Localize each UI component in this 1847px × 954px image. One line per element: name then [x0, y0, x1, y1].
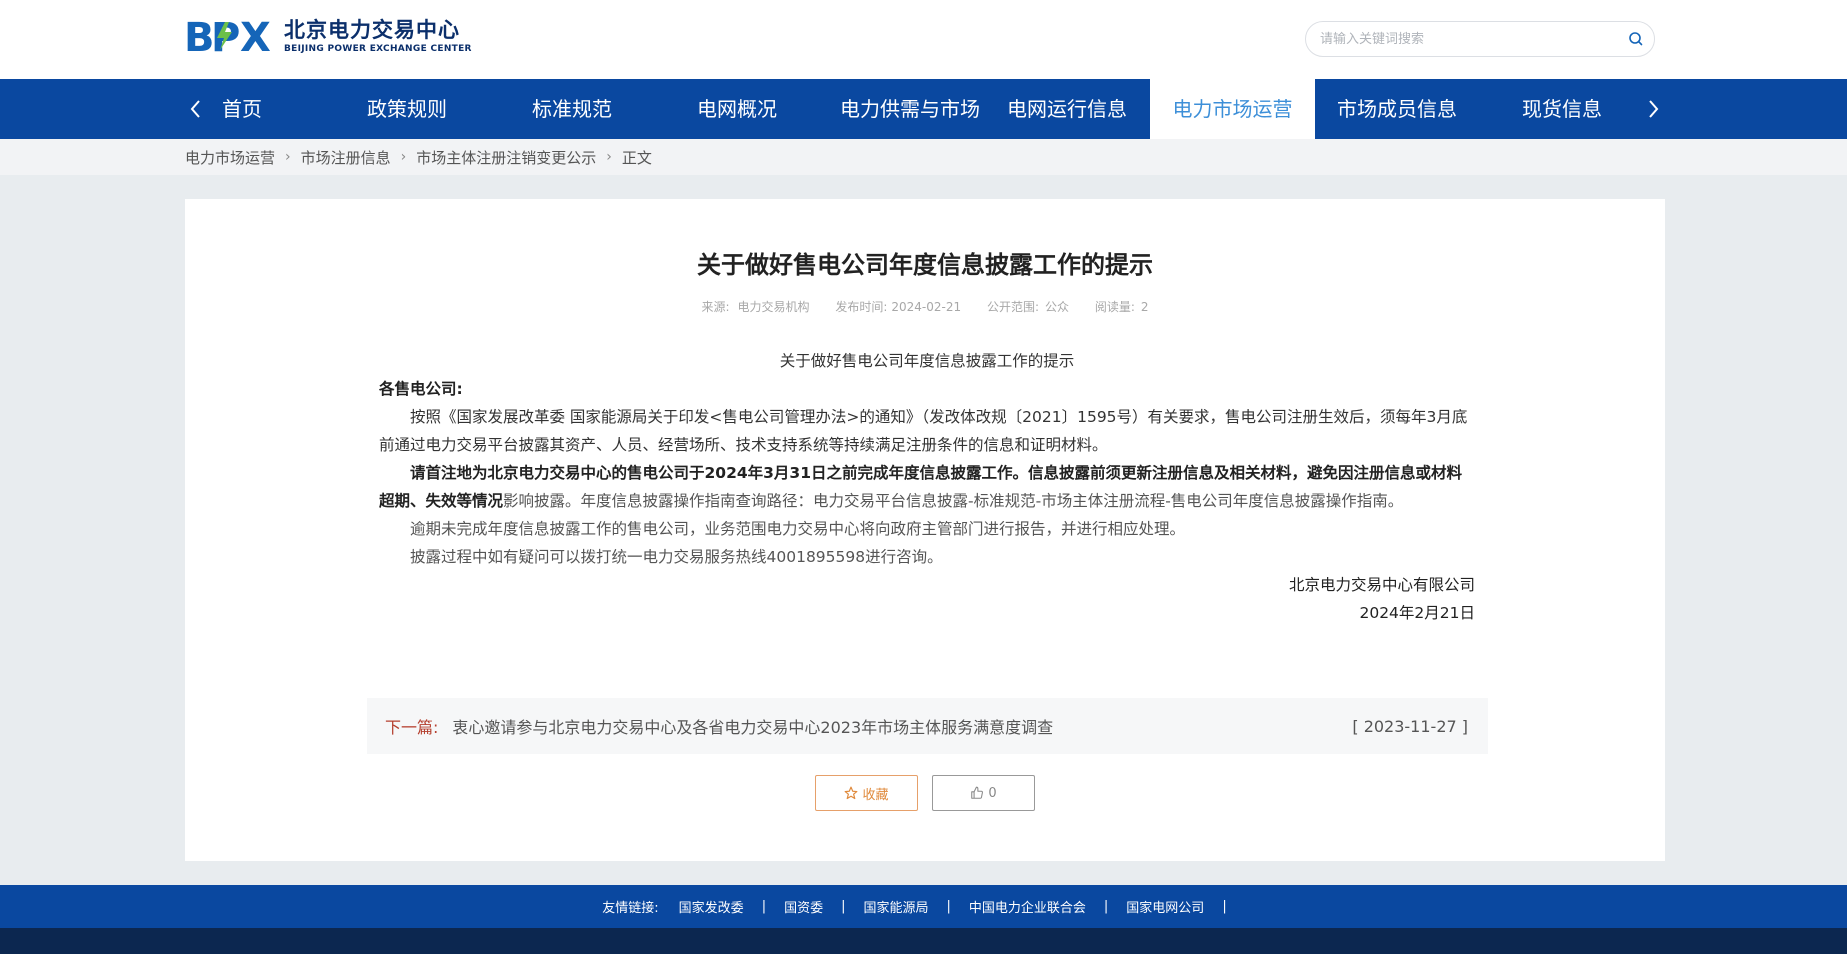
svg-text:B: B — [184, 16, 215, 56]
meta-views-label: 阅读量: — [1094, 300, 1135, 314]
meta-views-value: 2 — [1140, 300, 1149, 314]
friend-links-label: 友情链接: — [602, 901, 659, 916]
star-icon — [845, 786, 858, 800]
breadcrumb-separator-icon: › — [400, 149, 407, 165]
article-salutation: 各售电公司: — [379, 380, 463, 398]
article-meta: 来源: 电力交易机构 发布时间: 2024-02-21 公开范围: 公众 阅读量: 2 — [185, 298, 1665, 315]
meta-scope: 公开范围: 公众 — [987, 300, 1069, 314]
article-body: 关于做好售电公司年度信息披露工作的提示 各售电公司: 按照《国家发展改革委 国家… — [379, 347, 1475, 627]
search-box — [1305, 21, 1655, 57]
next-article-label: 下一篇: — [385, 718, 439, 737]
chevron-left-icon — [190, 100, 200, 118]
article-paragraph-2: 请首注地为北京电力交易中心的售电公司于2024年3月31日之前完成年度信息披露工… — [379, 459, 1475, 515]
article-heading: 关于做好售电公司年度信息披露工作的提示 — [779, 352, 1075, 370]
search-input[interactable] — [1320, 28, 1620, 50]
breadcrumb-item-current: 正文 — [621, 148, 652, 167]
article-card: 关于做好售电公司年度信息披露工作的提示 来源: 电力交易机构 发布时间: 2024-… — [185, 199, 1665, 861]
article-sign-date: 2024年2月21日 — [1359, 604, 1475, 622]
meta-scope-label: 公开范围: — [986, 300, 1040, 314]
meta-views: 阅读量: 2 — [1095, 300, 1149, 314]
svg-text:X: X — [240, 16, 271, 56]
friend-link-sasac[interactable]: 国资委 — [784, 897, 823, 916]
nav-item-grid-operation[interactable]: 电网运行信息 — [1007, 79, 1147, 139]
article-paragraph-3: 逾期未完成年度信息披露工作的售电公司，业务范围电力交易中心将向政府主管部门进行报… — [410, 520, 1186, 538]
article-paragraph-1: 按照《国家发展改革委 国家能源局关于印发<售电公司管理办法>的通知》（发改体改规… — [379, 408, 1468, 454]
logo-title-cn: 北京电力交易中心 — [284, 17, 460, 42]
footer-separator: | — [761, 899, 767, 914]
nav-prev-button[interactable] — [181, 79, 211, 139]
like-button[interactable]: 0 — [932, 775, 1035, 811]
friend-link-ndrc[interactable]: 国家发改委 — [679, 897, 744, 916]
nav-item-spot-info[interactable]: 现货信息 — [1522, 79, 1622, 139]
breadcrumb: 电力市场运营 › 市场注册信息 › 市场主体注册注销变更公示 › 正文 — [185, 139, 652, 175]
footer-bottom-bar — [0, 928, 1847, 954]
nav-item-member-info[interactable]: 市场成员信息 — [1337, 79, 1477, 139]
footer-separator: | — [946, 899, 951, 914]
meta-source: 来源: 电力交易机构 — [701, 300, 809, 314]
breadcrumb-separator-icon: › — [606, 149, 612, 165]
breadcrumb-bar: 电力市场运营 › 市场注册信息 › 市场主体注册注销变更公示 › 正文 — [0, 139, 1847, 175]
meta-source-label: 来源: — [701, 300, 730, 314]
search-icon[interactable] — [1628, 31, 1644, 47]
meta-date-value: 2024-02-21 — [891, 300, 962, 314]
next-article-link[interactable]: 衷心邀请参与北京电力交易中心及各省电力交易中心2023年市场主体服务满意度调查 — [452, 714, 1053, 738]
nav-item-policy[interactable]: 政策规则 — [367, 79, 477, 139]
bpx-logo-icon: B P X — [184, 16, 271, 56]
meta-date: 发布时间: 2024-02-21 — [835, 300, 961, 314]
next-article-bar: 下一篇: 衷心邀请参与北京电力交易中心及各省电力交易中心2023年市场主体服务满… — [367, 698, 1488, 754]
favorite-button[interactable]: 收藏 — [815, 775, 918, 811]
article-signature: 北京电力交易中心有限公司 — [1288, 576, 1475, 594]
friend-links: 友情链接: 国家发改委 | 国资委 | 国家能源局 | 中国电力企业联合会 | … — [0, 885, 1847, 928]
site-header: B P X 北京电力交易中心 BEIJING POWER EXCHANGE CE… — [0, 0, 1847, 79]
friend-link-nea[interactable]: 国家能源局 — [863, 897, 928, 916]
breadcrumb-separator-icon: › — [285, 149, 291, 165]
meta-scope-value: 公众 — [1045, 300, 1070, 314]
thumbs-up-icon — [971, 786, 984, 799]
logo[interactable]: B P X 北京电力交易中心 BEIJING POWER EXCHANGE CE… — [184, 16, 472, 56]
breadcrumb-item-market-operation[interactable]: 电力市场运营 — [185, 147, 275, 168]
footer-separator: | — [841, 899, 846, 914]
nav-item-standards[interactable]: 标准规范 — [532, 79, 642, 139]
next-article-date: [ 2023-11-27 ] — [1352, 716, 1468, 736]
breadcrumb-item-registration[interactable]: 市场注册信息 — [301, 147, 391, 168]
chevron-right-icon — [1649, 100, 1659, 118]
favorite-button-label: 收藏 — [862, 787, 889, 803]
logo-title-en: BEIJING POWER EXCHANGE CENTER — [284, 43, 472, 54]
nav-item-market-operation[interactable]: 电力市场运营 — [1150, 79, 1315, 139]
breadcrumb-item-announcement[interactable]: 市场主体注册注销变更公示 — [416, 147, 596, 168]
like-count: 0 — [988, 785, 997, 801]
nav-item-supply-demand[interactable]: 电力供需与市场 — [840, 79, 985, 139]
footer-separator: | — [1103, 899, 1109, 914]
article-paragraph-4: 披露过程中如有疑问可以拨打统一电力交易服务热线4001895598进行咨询。 — [410, 548, 943, 566]
article-paragraph-2-rest: 影响披露。年度信息披露操作指南查询路径：电力交易平台信息披露-标准规范-市场主体… — [503, 492, 1404, 510]
nav-item-grid-overview[interactable]: 电网概况 — [697, 79, 807, 139]
meta-source-value: 电力交易机构 — [737, 300, 810, 314]
footer-separator: | — [1222, 899, 1227, 914]
friend-link-sgcc[interactable]: 国家电网公司 — [1126, 897, 1204, 916]
meta-date-label: 发布时间: — [835, 300, 888, 314]
main-nav: 首页 政策规则 标准规范 电网概况 电力供需与市场 电网运行信息 电力市场运营 … — [0, 79, 1847, 139]
page-title: 关于做好售电公司年度信息披露工作的提示 — [697, 251, 1153, 279]
site-footer: 友情链接: 国家发改委 | 国资委 | 国家能源局 | 中国电力企业联合会 | … — [0, 885, 1847, 928]
nav-item-home[interactable]: 首页 — [222, 79, 312, 139]
friend-link-cec[interactable]: 中国电力企业联合会 — [969, 897, 1086, 916]
nav-next-button[interactable] — [1638, 79, 1668, 139]
